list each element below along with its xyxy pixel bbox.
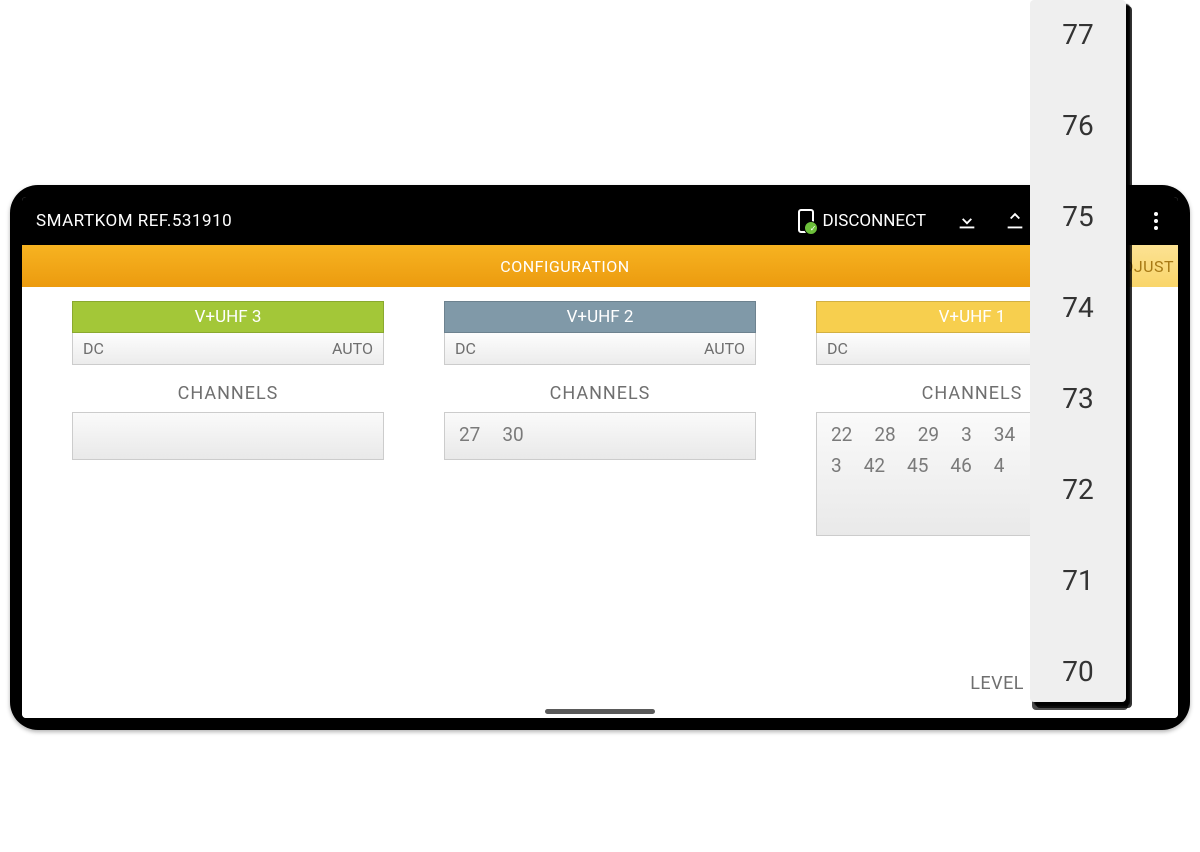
disconnect-button[interactable]: ✓ DISCONNECT <box>798 209 926 233</box>
channels-heading: CHANNELS <box>444 383 756 404</box>
channel-value: 30 <box>502 423 523 446</box>
dc-value: AUTO <box>704 339 745 358</box>
dc-label: DC <box>455 339 476 358</box>
top-bar: SMARTKOM REF.531910 ✓ DISCONNECT <box>22 197 1178 245</box>
column-header: V+UHF 2 <box>444 301 756 333</box>
channel-value: 46 <box>950 454 971 477</box>
overflow-menu-icon[interactable] <box>1148 212 1164 230</box>
picker-item[interactable]: 75 <box>1062 200 1093 233</box>
device-frame: SMARTKOM REF.531910 ✓ DISCONNECT <box>10 185 1190 730</box>
picker-item[interactable]: 74 <box>1062 291 1093 324</box>
column-vuhf3: V+UHF 3 DC AUTO CHANNELS <box>72 301 384 708</box>
dc-label: DC <box>83 339 104 358</box>
dc-label: DC <box>827 339 848 358</box>
app-title: SMARTKOM REF.531910 <box>36 211 798 231</box>
upload-icon[interactable] <box>1004 210 1026 232</box>
picker-item[interactable]: 73 <box>1062 382 1093 415</box>
channel-value: 34 <box>994 423 1015 446</box>
column-vuhf2: V+UHF 2 DC AUTO CHANNELS 27 30 <box>444 301 756 708</box>
level-label: LEVEL <box>970 673 1024 694</box>
tab-configuration[interactable]: CONFIGURATION <box>22 245 1108 287</box>
column-header: V+UHF 3 <box>72 301 384 333</box>
download-icon[interactable] <box>956 210 978 232</box>
channels-box[interactable] <box>72 412 384 460</box>
dc-value: AUTO <box>332 339 373 358</box>
dc-selector[interactable]: DC AUTO <box>72 333 384 365</box>
channel-value: 3 <box>961 423 972 446</box>
tab-bar: CONFIGURATION ADJUST <box>22 245 1178 287</box>
channel-value: 22 <box>831 423 852 446</box>
picker-item[interactable]: 76 <box>1062 109 1093 142</box>
picker-item[interactable]: 70 <box>1062 655 1093 688</box>
channel-value: 29 <box>918 423 939 446</box>
content-area: V+UHF 3 DC AUTO CHANNELS V+UHF 2 DC AUTO… <box>22 287 1178 718</box>
home-indicator <box>545 709 655 714</box>
channel-value: 45 <box>907 454 928 477</box>
picker-item[interactable]: 71 <box>1062 564 1093 597</box>
app-window: SMARTKOM REF.531910 ✓ DISCONNECT <box>22 197 1178 718</box>
number-picker[interactable]: 77 76 75 74 73 72 71 70 <box>1030 0 1126 702</box>
channel-value: 28 <box>874 423 895 446</box>
channel-value: 42 <box>864 454 885 477</box>
channel-value: 27 <box>459 423 480 446</box>
channels-heading: CHANNELS <box>72 383 384 404</box>
channel-value: 3 <box>831 454 842 477</box>
picker-item[interactable]: 77 <box>1062 18 1093 51</box>
phone-status-icon: ✓ <box>798 209 814 233</box>
channels-box[interactable]: 27 30 <box>444 412 756 460</box>
channel-value: 4 <box>994 454 1005 477</box>
picker-item[interactable]: 72 <box>1062 473 1093 506</box>
disconnect-label: DISCONNECT <box>822 211 926 231</box>
dc-selector[interactable]: DC AUTO <box>444 333 756 365</box>
